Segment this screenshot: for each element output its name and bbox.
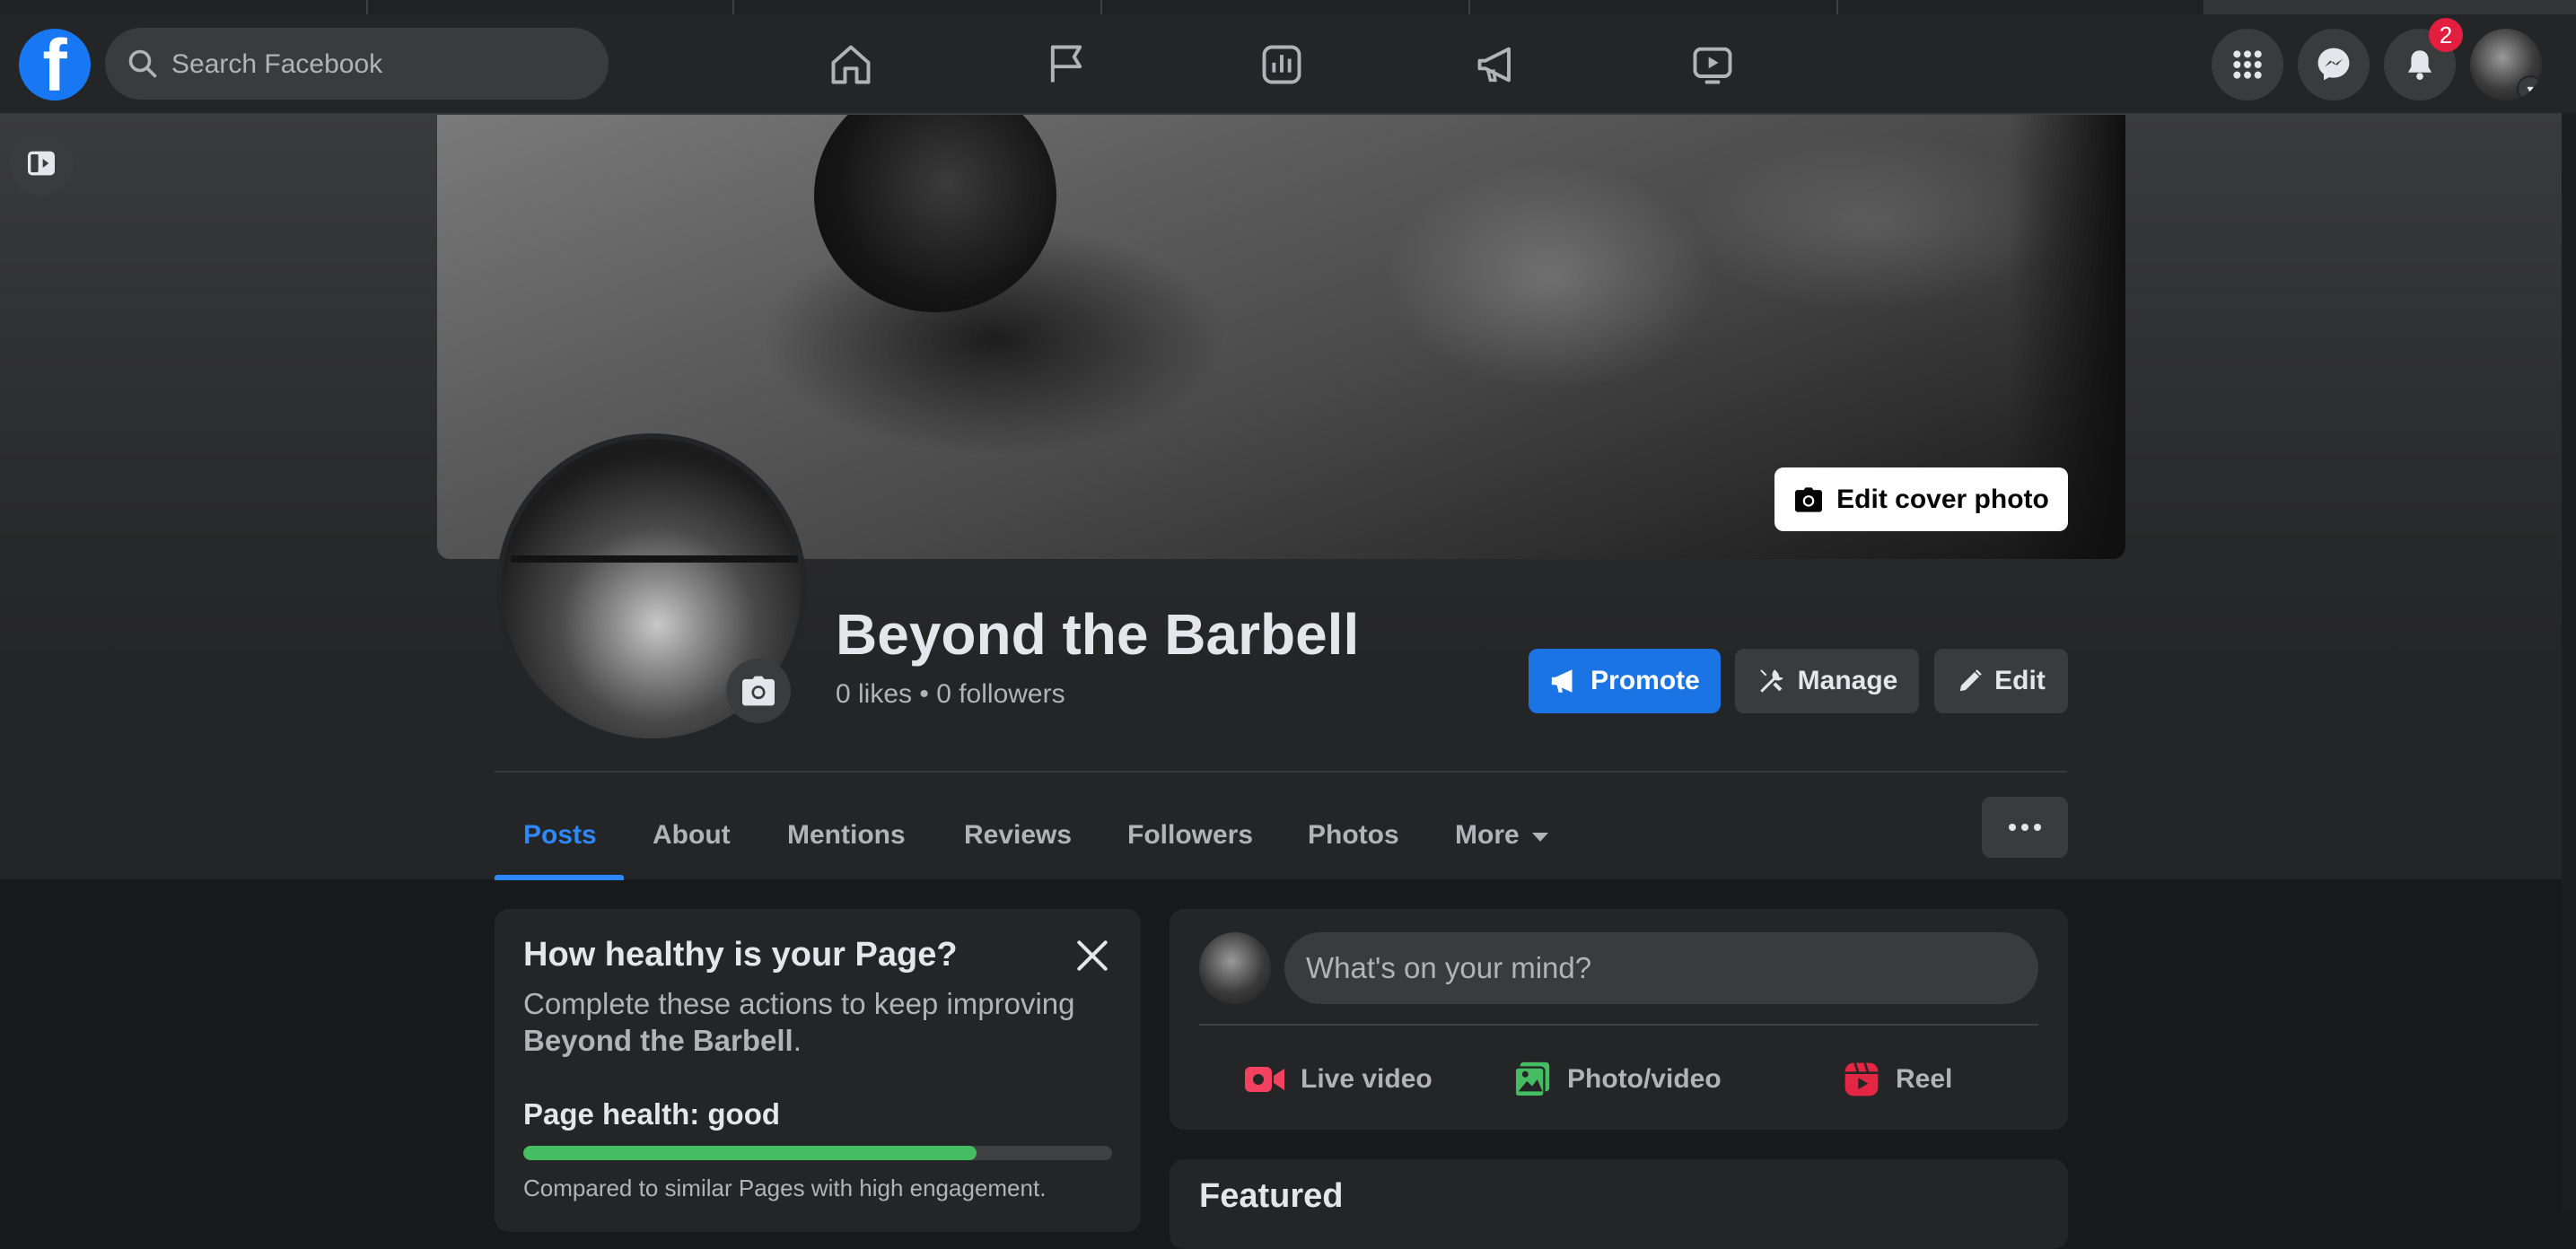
tab-followers[interactable]: Followers — [1127, 790, 1253, 881]
tab-posts[interactable]: Posts — [523, 790, 597, 881]
tab-separator — [732, 0, 734, 14]
close-icon[interactable] — [1073, 936, 1112, 975]
messenger-icon — [2318, 48, 2350, 81]
chevron-down-icon: ▾ — [2517, 75, 2542, 100]
tab-photos[interactable]: Photos — [1308, 790, 1399, 881]
megaphone-icon — [1551, 669, 1573, 693]
photo-video-label: Photo/video — [1567, 1064, 1722, 1094]
tab-separator — [366, 0, 368, 14]
edit-cover-photo-label: Edit cover photo — [1836, 484, 2049, 514]
live-video-button[interactable]: Live video — [1243, 1049, 1433, 1110]
promote-label: Promote — [1590, 666, 1700, 695]
more-dots-icon — [2034, 824, 2041, 831]
featured-card: Featured — [1170, 1159, 2068, 1249]
photo-video-icon — [1513, 1061, 1550, 1098]
tab-mentions[interactable]: Mentions — [787, 790, 906, 881]
page-health-desc-suffix: . — [793, 1024, 802, 1057]
menu-button[interactable] — [2212, 29, 2283, 100]
flag-icon — [1050, 45, 1082, 83]
page-scrollbar[interactable] — [2562, 113, 2576, 1210]
camera-icon — [1795, 486, 1823, 512]
page-health-progress-fill — [523, 1146, 977, 1160]
page-health-desc-page: Beyond the Barbell — [523, 1024, 793, 1057]
header-divider — [495, 771, 2067, 773]
page-health-status: Page health: good — [523, 1097, 781, 1131]
bell-icon — [2407, 50, 2432, 80]
nav-home[interactable] — [802, 29, 900, 100]
pencil-icon — [1959, 669, 1982, 692]
tab-reviews[interactable]: Reviews — [964, 790, 1072, 881]
composer-avatar[interactable] — [1199, 932, 1271, 1004]
post-composer-card: Live video Photo/video Reel — [1170, 909, 2068, 1130]
grid-menu-icon — [2233, 50, 2262, 79]
tab-separator — [1836, 0, 1838, 14]
page-health-desc-text: Complete these actions to keep improving — [523, 987, 1075, 1020]
more-dots-icon — [2009, 824, 2016, 831]
insights-chart-icon — [1262, 45, 1301, 84]
active-tab-indicator — [495, 875, 624, 880]
page-health-card: How healthy is your Page? Complete these… — [495, 909, 1141, 1232]
home-icon — [831, 45, 871, 84]
caret-down-icon — [1531, 833, 1548, 842]
live-video-label: Live video — [1301, 1064, 1433, 1094]
composer-input[interactable] — [1284, 932, 2038, 1004]
account-avatar[interactable]: ▾ — [2470, 29, 2542, 100]
photo-video-button[interactable]: Photo/video — [1511, 1049, 1722, 1110]
more-dots-icon — [2021, 824, 2028, 831]
camera-icon — [742, 676, 775, 706]
live-video-icon — [1245, 1067, 1284, 1092]
messenger-button[interactable] — [2298, 29, 2370, 100]
browser-tab-strip — [0, 0, 2576, 14]
search-box[interactable] — [105, 28, 609, 101]
edit-label: Edit — [1994, 666, 2046, 695]
search-input[interactable] — [170, 28, 595, 101]
manage-label: Manage — [1797, 666, 1898, 695]
page-health-description: Complete these actions to keep improving… — [523, 985, 1116, 1059]
search-icon — [128, 49, 157, 78]
more-options-button[interactable] — [1982, 797, 2068, 858]
tools-icon — [1759, 669, 1783, 693]
nav-watch[interactable] — [1663, 29, 1762, 100]
facebook-logo[interactable]: f — [19, 25, 91, 107]
edit-cover-photo-button[interactable]: Edit cover photo — [1774, 467, 2068, 531]
nav-pages[interactable] — [1017, 29, 1116, 100]
watch-video-icon — [1693, 47, 1732, 84]
sidebar-toggle-button[interactable] — [9, 131, 74, 196]
featured-title: Featured — [1199, 1177, 1344, 1215]
reel-icon — [1844, 1062, 1879, 1096]
megaphone-icon — [1477, 47, 1511, 83]
page-health-note: Compared to similar Pages with high enga… — [523, 1175, 1047, 1201]
page-health-progress-track — [523, 1146, 1112, 1160]
promote-button[interactable]: Promote — [1529, 649, 1721, 713]
reel-button[interactable]: Reel — [1842, 1049, 1952, 1110]
reel-label: Reel — [1896, 1064, 1953, 1094]
facebook-f-icon: f — [42, 25, 67, 107]
browser-tab-active[interactable] — [2204, 0, 2576, 14]
edit-page-button[interactable]: Edit — [1934, 649, 2068, 713]
page-stats: 0 likes • 0 followers — [836, 679, 1065, 709]
page-title: Beyond the Barbell — [836, 602, 1360, 667]
tab-separator — [1100, 0, 1102, 14]
tab-separator — [1468, 0, 1470, 14]
manage-button[interactable]: Manage — [1735, 649, 1919, 713]
nav-ads[interactable] — [1448, 29, 1546, 100]
tab-about[interactable]: About — [653, 790, 731, 881]
sidebar-toggle-icon — [28, 151, 55, 176]
page-health-title: How healthy is your Page? — [523, 936, 958, 974]
composer-divider — [1199, 1024, 2038, 1026]
tab-more-label: More — [1455, 820, 1520, 850]
nav-insights[interactable] — [1232, 29, 1331, 100]
update-profile-picture-button[interactable] — [726, 659, 791, 723]
notification-badge: 2 — [2429, 18, 2463, 52]
profile-picture-barbell — [511, 555, 798, 563]
tab-more[interactable]: More — [1455, 790, 1548, 881]
